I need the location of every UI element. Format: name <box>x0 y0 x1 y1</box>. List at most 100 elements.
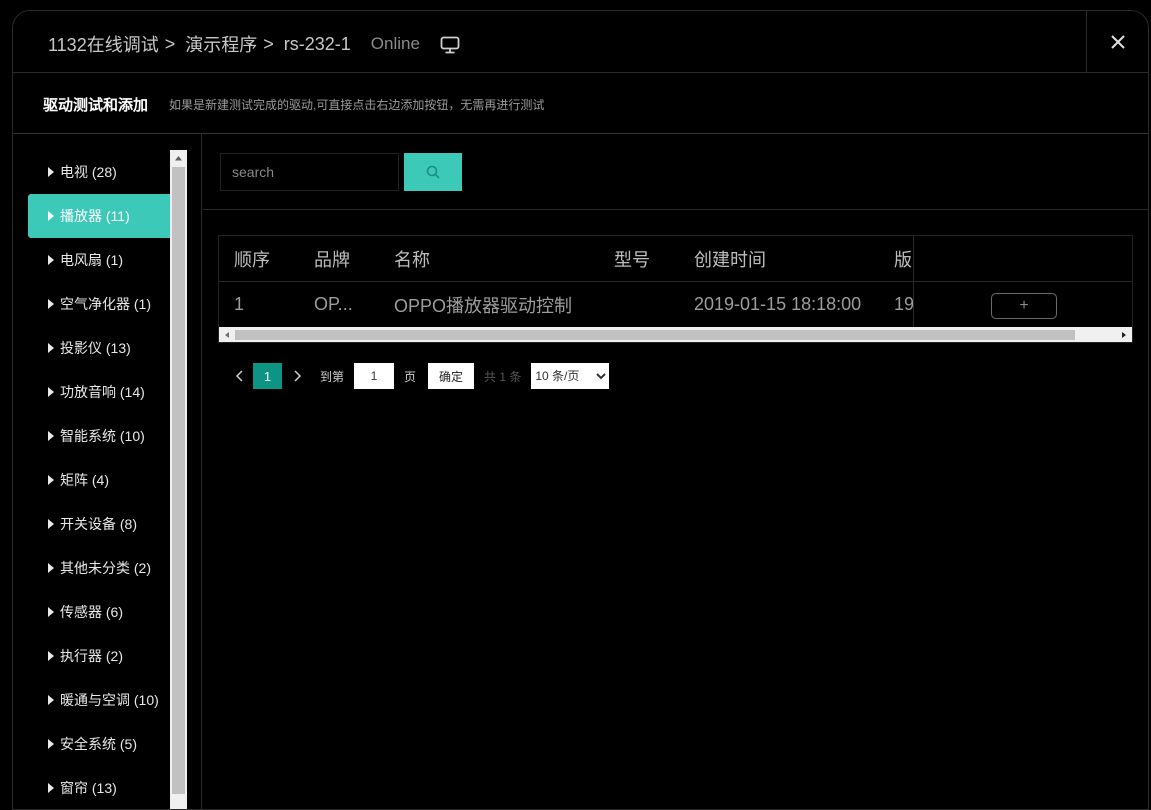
search-input[interactable] <box>220 153 399 191</box>
sidebar-item-switch[interactable]: 开关设备 (8) <box>28 502 170 546</box>
sidebar-item-label: 矩阵 (4) <box>60 472 109 488</box>
add-driver-button[interactable]: + <box>991 293 1057 319</box>
sidebar-item-label: 投影仪 (13) <box>60 340 131 356</box>
sidebar-item-hvac[interactable]: 暖通与空调 (10) <box>28 678 170 722</box>
caret-right-icon <box>48 651 54 661</box>
sidebar-item-label: 空气净化器 (1) <box>60 296 151 312</box>
page-unit-label: 页 <box>404 369 417 384</box>
breadcrumb-item-port: rs-232-1 <box>283 33 351 54</box>
sidebar-item-label: 暖通与空调 (10) <box>60 692 159 708</box>
total-count: 共 1 条 <box>484 369 522 384</box>
sidebar-item-label: 执行器 (2) <box>60 648 123 664</box>
scroll-up-icon[interactable] <box>170 150 187 167</box>
dialog-header: 1132在线调试 > 演示程序 > rs-232-1 Online <box>13 11 1148 73</box>
cell-model <box>614 282 684 327</box>
caret-right-icon <box>48 431 54 441</box>
driver-table: 顺序 品牌 名称 型号 创建时间 版 1 OP... OPPO播放器驱动控制 2… <box>218 235 1133 343</box>
sidebar-item-player[interactable]: 播放器 (11) <box>28 194 170 238</box>
cell-created: 2019-01-15 18:18:00 <box>694 294 862 314</box>
sidebar-item-smart-system[interactable]: 智能系统 (10) <box>28 414 170 458</box>
chevron-right-icon: > <box>164 33 176 54</box>
sidebar-item-other[interactable]: 其他未分类 (2) <box>28 546 170 590</box>
column-header-version: 版 <box>894 249 912 270</box>
monitor-icon[interactable] <box>440 36 460 54</box>
sidebar-item-label: 功放音响 (14) <box>60 384 145 400</box>
table-horizontal-scrollbar[interactable] <box>219 327 1132 343</box>
scroll-right-icon[interactable] <box>1116 327 1132 343</box>
cell-brand: OP... <box>314 294 353 314</box>
sidebar-item-label: 窗帘 (13) <box>60 780 117 796</box>
caret-right-icon <box>48 167 54 177</box>
sidebar-scrollbar[interactable] <box>170 150 187 809</box>
sidebar-item-actuator[interactable]: 执行器 (2) <box>28 634 170 678</box>
sidebar-item-label: 其他未分类 (2) <box>60 560 151 576</box>
column-header-created: 创建时间 <box>694 249 766 270</box>
caret-right-icon <box>48 343 54 353</box>
caret-right-icon <box>48 299 54 309</box>
caret-right-icon <box>48 387 54 397</box>
sidebar-item-label: 传感器 (6) <box>60 604 123 620</box>
cell-version: 19 <box>894 294 914 314</box>
scroll-left-icon[interactable] <box>219 327 235 343</box>
caret-right-icon <box>48 475 54 485</box>
sidebar-item-matrix[interactable]: 矩阵 (4) <box>28 458 170 502</box>
chevron-right-icon <box>294 370 302 382</box>
cell-name: OPPO播放器驱动控制 <box>394 295 573 316</box>
caret-right-icon <box>48 739 54 749</box>
sidebar-item-label: 电风扇 (1) <box>60 252 123 268</box>
breadcrumb: 1132在线调试 > 演示程序 > rs-232-1 Online <box>48 31 460 57</box>
action-column-header <box>914 236 1132 282</box>
sidebar-item-air-purifier[interactable]: 空气净化器 (1) <box>28 282 170 326</box>
caret-right-icon <box>48 563 54 573</box>
chevron-left-icon <box>235 370 243 382</box>
action-column: + <box>913 236 1132 327</box>
sidebar-item-sensor[interactable]: 传感器 (6) <box>28 590 170 634</box>
pagination: 1 到第 页 确定 共 1 条 10 条/页 <box>229 363 610 389</box>
category-list: 电视 (28) 播放器 (11) 电风扇 (1) 空气净化器 (1) 投影仪 (… <box>28 150 170 809</box>
page-size-select[interactable]: 10 条/页 <box>531 363 610 389</box>
sidebar-item-amplifier[interactable]: 功放音响 (14) <box>28 370 170 414</box>
goto-page-input[interactable] <box>354 363 395 389</box>
column-header-model: 型号 <box>614 249 650 270</box>
goto-confirm-button[interactable]: 确定 <box>428 363 475 389</box>
sidebar-item-label: 智能系统 (10) <box>60 428 145 444</box>
caret-right-icon <box>48 607 54 617</box>
sidebar-item-label: 开关设备 (8) <box>60 516 137 532</box>
sidebar-item-security[interactable]: 安全系统 (5) <box>28 722 170 766</box>
next-page-button[interactable] <box>288 363 308 389</box>
chevron-right-icon: > <box>263 33 274 54</box>
category-sidebar: 电视 (28) 播放器 (11) 电风扇 (1) 空气净化器 (1) 投影仪 (… <box>13 134 202 809</box>
search-icon <box>426 165 440 179</box>
close-button[interactable] <box>1086 11 1148 73</box>
status-text: Online <box>370 34 420 53</box>
breadcrumb-item-project[interactable]: 1132在线调试 <box>48 31 159 57</box>
sidebar-item-tv[interactable]: 电视 (28) <box>28 150 170 194</box>
page-number-current[interactable]: 1 <box>253 363 282 389</box>
caret-right-icon <box>48 519 54 529</box>
sidebar-item-fan[interactable]: 电风扇 (1) <box>28 238 170 282</box>
section-hint: 如果是新建测试完成的驱动,可直接点击右边添加按钮，无需再进行测试 <box>169 98 545 112</box>
caret-right-icon <box>48 695 54 705</box>
sidebar-item-projector[interactable]: 投影仪 (13) <box>28 326 170 370</box>
search-button[interactable] <box>404 153 462 191</box>
main-panel: 顺序 品牌 名称 型号 创建时间 版 1 OP... OPPO播放器驱动控制 2… <box>203 134 1148 809</box>
goto-label: 到第 <box>320 369 345 384</box>
driver-dialog: 1132在线调试 > 演示程序 > rs-232-1 Online 驱动测试和添… <box>12 10 1149 810</box>
section-header: 驱动测试和添加 如果是新建测试完成的驱动,可直接点击右边添加按钮，无需再进行测试 <box>13 73 1148 134</box>
caret-right-icon <box>48 783 54 793</box>
cell-order: 1 <box>234 294 245 314</box>
caret-right-icon <box>48 211 54 221</box>
breadcrumb-item-program[interactable]: 演示程序 <box>185 31 257 57</box>
search-bar <box>203 134 1148 210</box>
column-header-brand: 品牌 <box>314 249 350 270</box>
column-header-order: 顺序 <box>234 249 270 270</box>
sidebar-item-label: 播放器 (11) <box>60 208 130 224</box>
caret-right-icon <box>48 255 54 265</box>
section-title: 驱动测试和添加 <box>43 97 149 114</box>
close-icon <box>1111 35 1125 49</box>
scrollbar-thumb[interactable] <box>235 330 1075 340</box>
prev-page-button[interactable] <box>229 363 249 389</box>
sidebar-item-label: 电视 (28) <box>60 164 117 180</box>
sidebar-item-curtain[interactable]: 窗帘 (13) <box>28 766 170 809</box>
scrollbar-thumb[interactable] <box>172 167 185 794</box>
